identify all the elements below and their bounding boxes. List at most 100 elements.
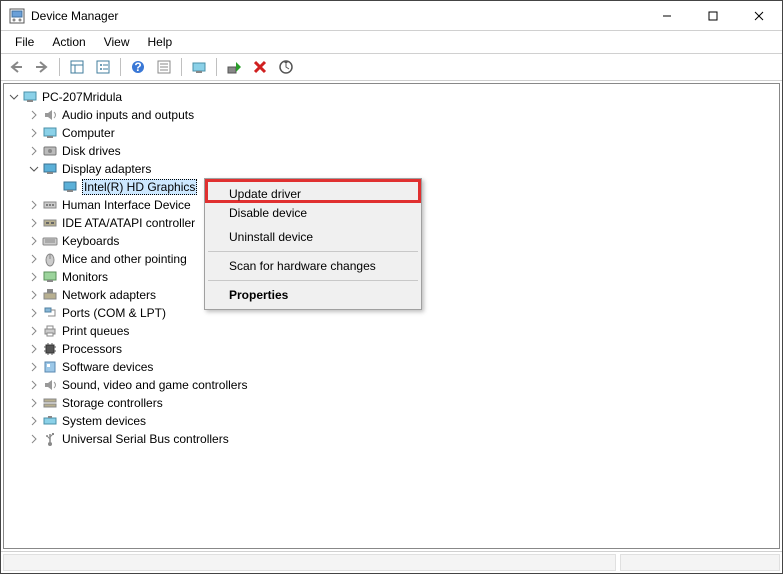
category-label: Monitors <box>62 268 108 286</box>
system-icon <box>42 413 58 429</box>
collapse-icon[interactable] <box>8 91 20 103</box>
show-hide-tree-button[interactable] <box>66 56 88 78</box>
tree-category[interactable]: Processors <box>4 340 779 358</box>
category-label: Processors <box>62 340 122 358</box>
expand-icon[interactable] <box>28 325 40 337</box>
menu-separator <box>208 251 418 252</box>
expand-icon[interactable] <box>28 271 40 283</box>
category-label: Human Interface Device <box>62 196 191 214</box>
expand-icon[interactable] <box>28 199 40 211</box>
category-label: Disk drives <box>62 142 121 160</box>
computer-icon <box>42 125 58 141</box>
toolbar-separator <box>59 58 60 76</box>
category-label: Storage controllers <box>62 394 163 412</box>
tree-category[interactable]: Sound, video and game controllers <box>4 376 779 394</box>
tree-category[interactable]: Software devices <box>4 358 779 376</box>
tree-category[interactable]: Universal Serial Bus controllers <box>4 430 779 448</box>
svg-text:?: ? <box>134 60 141 74</box>
expand-icon[interactable] <box>28 289 40 301</box>
expand-icon[interactable] <box>28 109 40 121</box>
menu-item-disable-device[interactable]: Disable device <box>207 201 419 225</box>
window-title: Device Manager <box>31 9 644 23</box>
category-label: Print queues <box>62 322 129 340</box>
category-label: Display adapters <box>62 160 151 178</box>
processor-icon <box>42 341 58 357</box>
close-button[interactable] <box>736 1 782 31</box>
menu-view[interactable]: View <box>96 33 138 51</box>
menubar: File Action View Help <box>1 31 782 53</box>
category-label: Sound, video and game controllers <box>62 376 247 394</box>
network-icon <box>42 287 58 303</box>
expand-icon[interactable] <box>28 145 40 157</box>
expand-icon[interactable] <box>28 361 40 373</box>
device-manager-window: Device Manager File Action View Help ? <box>0 0 783 574</box>
status-pane-left <box>3 554 616 571</box>
view-button[interactable] <box>92 56 114 78</box>
expand-icon[interactable] <box>28 253 40 265</box>
tree-category[interactable]: Disk drives <box>4 142 779 160</box>
expand-icon[interactable] <box>28 307 40 319</box>
category-label: Ports (COM & LPT) <box>62 304 166 322</box>
expand-icon[interactable] <box>28 127 40 139</box>
update-driver-button[interactable] <box>188 56 210 78</box>
category-label: Universal Serial Bus controllers <box>62 430 229 448</box>
tree-category[interactable]: System devices <box>4 412 779 430</box>
tree-category[interactable]: Computer <box>4 124 779 142</box>
expand-icon[interactable] <box>28 217 40 229</box>
minimize-button[interactable] <box>644 1 690 31</box>
menu-item-update-driver[interactable]: Update driver <box>205 179 421 203</box>
category-label: System devices <box>62 412 146 430</box>
mouse-icon <box>42 251 58 267</box>
software-icon <box>42 359 58 375</box>
context-menu: Update driver Disable device Uninstall d… <box>204 178 422 310</box>
disk-icon <box>42 143 58 159</box>
expand-icon[interactable] <box>28 343 40 355</box>
usb-icon <box>42 431 58 447</box>
category-label: IDE ATA/ATAPI controller <box>62 214 195 232</box>
scan-hardware-button[interactable] <box>275 56 297 78</box>
properties-button[interactable] <box>153 56 175 78</box>
device-label: Intel(R) HD Graphics <box>82 179 197 195</box>
back-button[interactable] <box>5 56 27 78</box>
printer-icon <box>42 323 58 339</box>
toolbar-separator <box>181 58 182 76</box>
enable-device-button[interactable] <box>223 56 245 78</box>
expand-icon[interactable] <box>28 415 40 427</box>
toolbar: ? <box>1 53 782 81</box>
toolbar-separator <box>216 58 217 76</box>
menu-item-uninstall-device[interactable]: Uninstall device <box>207 225 419 249</box>
tree-category[interactable]: Storage controllers <box>4 394 779 412</box>
uninstall-button[interactable] <box>249 56 271 78</box>
sound-icon <box>42 377 58 393</box>
menu-help[interactable]: Help <box>140 33 181 51</box>
tree-category-expanded[interactable]: Display adapters <box>4 160 779 178</box>
category-label: Keyboards <box>62 232 119 250</box>
tree-category[interactable]: Audio inputs and outputs <box>4 106 779 124</box>
menu-item-properties[interactable]: Properties <box>207 283 419 307</box>
monitor-icon <box>42 269 58 285</box>
expand-icon[interactable] <box>28 379 40 391</box>
category-label: Mice and other pointing <box>62 250 187 268</box>
category-label: Network adapters <box>62 286 156 304</box>
tree-root[interactable]: PC-207Mridula <box>4 88 779 106</box>
status-pane-right <box>620 554 780 571</box>
expand-icon[interactable] <box>28 397 40 409</box>
titlebar: Device Manager <box>1 1 782 31</box>
help-button[interactable]: ? <box>127 56 149 78</box>
tree-category[interactable]: Print queues <box>4 322 779 340</box>
menu-item-scan-hardware[interactable]: Scan for hardware changes <box>207 254 419 278</box>
menu-action[interactable]: Action <box>44 33 93 51</box>
category-label: Software devices <box>62 358 153 376</box>
expand-icon[interactable] <box>28 433 40 445</box>
status-bar <box>1 551 782 573</box>
audio-icon <box>42 107 58 123</box>
port-icon <box>42 305 58 321</box>
expand-icon[interactable] <box>28 235 40 247</box>
display-icon <box>62 179 78 195</box>
tree-view[interactable]: PC-207Mridula Audio inputs and outputs C… <box>3 83 780 549</box>
app-icon <box>9 8 25 24</box>
maximize-button[interactable] <box>690 1 736 31</box>
menu-file[interactable]: File <box>7 33 42 51</box>
collapse-icon[interactable] <box>28 163 40 175</box>
forward-button[interactable] <box>31 56 53 78</box>
